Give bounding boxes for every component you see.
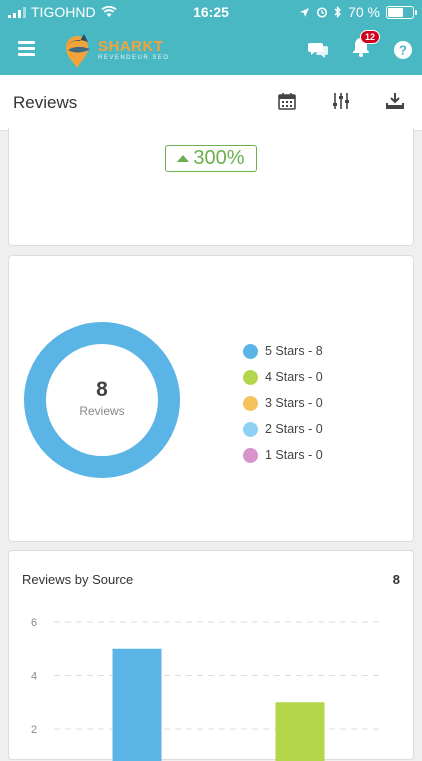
notifications-button[interactable]: 12 xyxy=(352,30,380,62)
donut-center: 8 Reviews xyxy=(24,378,180,418)
reviews-by-source-card: Reviews by Source 8 2 4 6 xyxy=(8,550,414,761)
alarm-icon xyxy=(317,7,328,18)
rating-summary-card: 8 Reviews 5 Stars - 8 4 Stars - 0 3 Stars … xyxy=(8,255,414,542)
bluetooth-icon xyxy=(334,6,341,18)
status-right: 70 % xyxy=(299,4,417,20)
source-bar-2[interactable] xyxy=(275,702,325,761)
growth-value: 300% xyxy=(193,147,245,169)
app-header: SHARKT REVENDEUR SEO 12 ? xyxy=(0,24,422,75)
calendar-icon[interactable] xyxy=(278,92,296,110)
download-icon[interactable] xyxy=(386,92,404,110)
legend-label: 4 Stars - 0 xyxy=(265,370,323,384)
legend-label: 3 Stars - 0 xyxy=(265,396,323,410)
source-bar-1[interactable] xyxy=(112,648,162,761)
battery-level xyxy=(388,7,404,17)
brand-logo[interactable]: SHARKT REVENDEUR SEO xyxy=(60,30,170,70)
menu-icon[interactable] xyxy=(18,41,35,56)
page-toolbar: Reviews xyxy=(0,75,422,131)
legend-color-dot xyxy=(243,421,258,437)
legend-item: 4 Stars - 0 xyxy=(243,364,323,390)
filter-icon[interactable] xyxy=(332,92,350,110)
trend-up-icon xyxy=(177,155,190,162)
legend-color-dot xyxy=(243,343,258,359)
legend-label: 2 Stars - 0 xyxy=(265,422,323,436)
toolbar-actions xyxy=(278,92,404,110)
growth-card: 300% xyxy=(8,128,414,246)
y-tick-label: 2 xyxy=(31,724,37,736)
legend-item: 3 Stars - 0 xyxy=(243,390,323,416)
legend-color-dot xyxy=(243,395,258,411)
legend-color-dot xyxy=(243,369,258,385)
notification-badge: 12 xyxy=(359,30,380,44)
rating-legend: 5 Stars - 8 4 Stars - 0 3 Stars - 0 2 Stars… xyxy=(243,338,323,468)
y-tick-label: 6 xyxy=(31,617,37,629)
source-card-total: 8 xyxy=(392,572,400,587)
location-icon xyxy=(300,7,310,17)
svg-text:?: ? xyxy=(399,42,407,57)
rating-donut-chart: 8 Reviews xyxy=(24,322,180,478)
shark-logo-icon xyxy=(65,34,90,68)
source-card-title: Reviews by Source xyxy=(22,572,134,587)
legend-label: 5 Stars - 8 xyxy=(265,344,323,358)
source-bar-chart: 2 4 6 xyxy=(31,617,381,761)
help-icon[interactable]: ? xyxy=(394,40,412,59)
legend-item: 1 Stars - 0 xyxy=(243,442,323,468)
brand-name: SHARKT xyxy=(98,38,164,55)
legend-label: 1 Stars - 0 xyxy=(265,448,323,462)
status-bar: TIGOHND 16:25 70 % xyxy=(0,0,422,24)
chat-icon[interactable] xyxy=(308,41,328,59)
legend-item: 5 Stars - 8 xyxy=(243,338,323,364)
y-tick-label: 4 xyxy=(31,671,37,683)
brand-tagline: REVENDEUR SEO xyxy=(98,55,170,61)
header-actions: 12 ? xyxy=(308,30,412,62)
total-reviews-count: 8 xyxy=(96,378,108,401)
battery-icon xyxy=(386,5,417,19)
legend-color-dot xyxy=(243,447,258,463)
growth-indicator: 300% xyxy=(165,145,257,172)
battery-percent: 70 % xyxy=(348,4,380,20)
legend-item: 2 Stars - 0 xyxy=(243,416,323,442)
total-reviews-label: Reviews xyxy=(79,404,125,418)
page-title: Reviews xyxy=(13,93,78,112)
